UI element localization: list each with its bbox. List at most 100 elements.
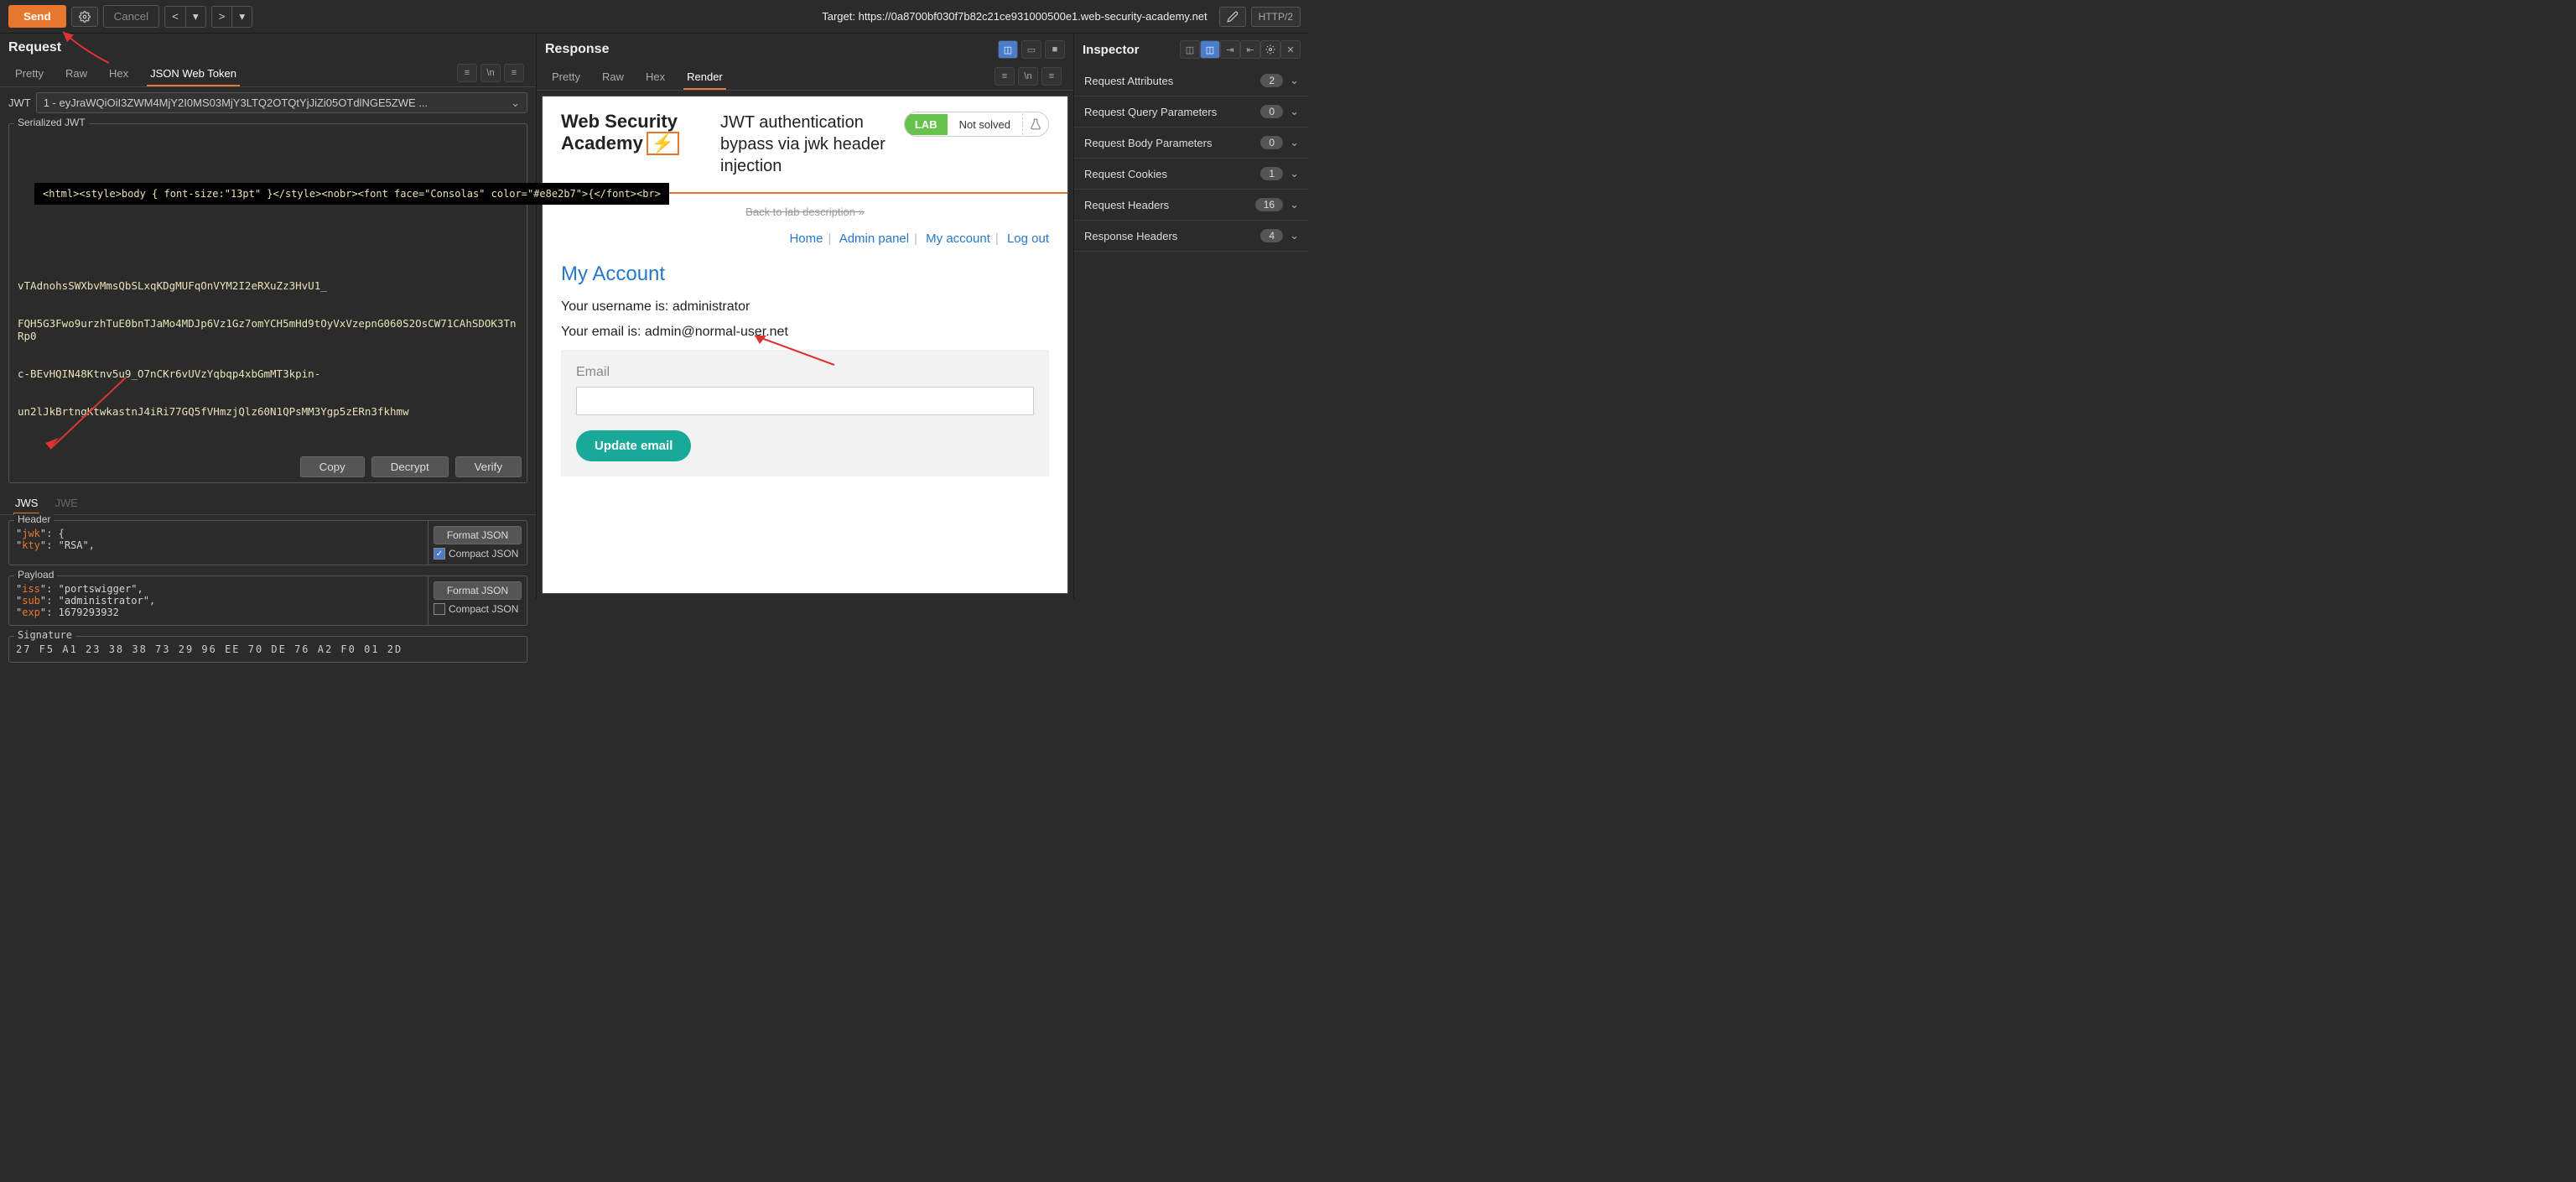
gear-icon[interactable] — [71, 7, 98, 27]
target-label: Target: https://0a8700bf030f7b82c21ce931… — [822, 10, 1207, 23]
email-line: Your email is: admin@normal-user.net — [561, 325, 1049, 340]
inspector-row-label: Response Headers — [1084, 230, 1260, 242]
signature-fieldset: Signature 27 F5 A1 23 38 38 73 29 96 EE … — [8, 636, 527, 663]
tab-hex[interactable]: Hex — [106, 62, 132, 86]
inspector-row-5[interactable]: Response Headers4 ⌄ — [1074, 221, 1309, 252]
inspector-row-4[interactable]: Request Headers16⌄ — [1074, 190, 1309, 221]
insp-gear-icon[interactable] — [1260, 40, 1280, 59]
email-label: Email — [576, 365, 1034, 380]
insp-layout1-icon[interactable]: ◫ — [1180, 40, 1200, 59]
resp-wrap-icon[interactable]: ≡ — [995, 67, 1015, 86]
compact-json-label-2: Compact JSON — [449, 603, 518, 615]
inspector-row-2[interactable]: Request Body Parameters0⌄ — [1074, 128, 1309, 159]
inspector-row-count: 1 — [1260, 167, 1283, 180]
history-back-button[interactable]: < — [164, 6, 185, 28]
header-compact-checkbox[interactable]: ✓ — [434, 548, 445, 560]
jwt-label: JWT — [8, 96, 31, 109]
html-tooltip: <html><style>body { font-size:"13pt" }</… — [34, 183, 669, 205]
response-title: Response — [545, 42, 998, 57]
render-pane: Web Security Academy⚡ JWT authentication… — [542, 96, 1068, 594]
history-forward-button[interactable]: > — [211, 6, 232, 28]
header-fieldset: Header "jwk": { "kty": "RSA", Format JSO… — [8, 520, 527, 565]
menu-icon[interactable]: ≡ — [504, 64, 524, 82]
payload-code[interactable]: "iss": "portswigger", "sub": "administra… — [9, 576, 428, 625]
nav-logout[interactable]: Log out — [1007, 232, 1049, 246]
header-code[interactable]: "jwk": { "kty": "RSA", — [9, 521, 428, 565]
update-email-button[interactable]: Update email — [576, 430, 691, 461]
nav-account[interactable]: My account — [926, 232, 990, 246]
http-version-badge[interactable]: HTTP/2 — [1251, 7, 1301, 27]
edit-target-icon[interactable] — [1219, 7, 1246, 27]
inspector-row-label: Request Cookies — [1084, 168, 1260, 180]
verify-button[interactable]: Verify — [455, 456, 522, 477]
inspector-row-label: Request Attributes — [1084, 75, 1260, 87]
nav-home[interactable]: Home — [789, 232, 823, 246]
payload-format-json[interactable]: Format JSON — [434, 581, 522, 600]
jwt-select[interactable]: 1 - eyJraWQiOiI3ZWM4MjY2I0MS03MjY3LTQ2OT… — [36, 92, 527, 113]
layout-single-icon[interactable]: ■ — [1045, 40, 1065, 59]
inspector-row-count: 0 — [1260, 105, 1283, 118]
layout-stack-icon[interactable]: ▭ — [1021, 40, 1041, 59]
inspector-row-label: Request Headers — [1084, 199, 1255, 211]
chevron-down-icon: ⌄ — [1290, 74, 1299, 87]
header-format-json[interactable]: Format JSON — [434, 526, 522, 544]
history-nav-fwd: > ▾ — [211, 6, 253, 28]
newline-icon[interactable]: \n — [480, 64, 501, 82]
flask-icon — [1022, 113, 1048, 135]
send-button[interactable]: Send — [8, 5, 66, 28]
resp-tab-raw[interactable]: Raw — [599, 65, 627, 90]
inspector-row-count: 4 — [1260, 229, 1283, 242]
insp-collapse-icon[interactable]: ⇥ — [1220, 40, 1240, 59]
lab-title: JWT authentication bypass via jwk header… — [720, 112, 887, 177]
serialized-textarea[interactable]: <html><style>body { font-size:"13pt" }</… — [9, 124, 527, 451]
chevron-down-icon: ⌄ — [1290, 136, 1299, 149]
signature-legend: Signature — [14, 629, 75, 641]
lab-badge: LAB — [905, 114, 948, 135]
nav-admin[interactable]: Admin panel — [839, 232, 909, 246]
lab-status: LAB Not solved — [904, 112, 1049, 137]
signature-hex[interactable]: 27 F5 A1 23 38 38 73 29 96 EE 70 DE 76 A… — [16, 643, 520, 655]
insp-expand-icon[interactable]: ⇤ — [1240, 40, 1260, 59]
decrypt-button[interactable]: Decrypt — [371, 456, 449, 477]
username-line: Your username is: administrator — [561, 299, 1049, 315]
chevron-down-icon: ⌄ — [1290, 167, 1299, 180]
inspector-row-1[interactable]: Request Query Parameters0 ⌄ — [1074, 96, 1309, 128]
wrap-icon[interactable]: ≡ — [457, 64, 477, 82]
tab-raw[interactable]: Raw — [62, 62, 91, 86]
chevron-down-icon: ⌄ — [1290, 229, 1299, 242]
inspector-row-count: 16 — [1255, 198, 1283, 211]
inspector-row-label: Request Query Parameters — [1084, 106, 1260, 118]
resp-tab-hex[interactable]: Hex — [642, 65, 668, 90]
request-panel: Request Pretty Raw Hex JSON Web Token ≡ … — [0, 34, 537, 599]
account-title: My Account — [561, 263, 1049, 286]
history-back-dropdown[interactable]: ▾ — [185, 6, 206, 28]
history-forward-dropdown[interactable]: ▾ — [231, 6, 252, 28]
inspector-row-count: 0 — [1260, 136, 1283, 149]
inspector-row-0[interactable]: Request Attributes2 ⌄ — [1074, 65, 1309, 96]
resp-menu-icon[interactable]: ≡ — [1041, 67, 1062, 86]
inspector-row-3[interactable]: Request Cookies1 ⌄ — [1074, 159, 1309, 190]
insp-close-icon[interactable]: ✕ — [1280, 40, 1301, 59]
tab-pretty[interactable]: Pretty — [12, 62, 47, 86]
nav-links: Home| Admin panel| My account| Log out — [543, 223, 1067, 254]
bolt-icon: ⚡ — [647, 132, 679, 155]
response-tabs: Pretty Raw Hex Render ≡ \n ≡ — [537, 62, 1073, 91]
resp-newline-icon[interactable]: \n — [1018, 67, 1038, 86]
chevron-down-icon: ⌄ — [1290, 105, 1299, 118]
inspector-row-count: 2 — [1260, 74, 1283, 87]
history-nav: < ▾ — [164, 6, 206, 28]
resp-tab-pretty[interactable]: Pretty — [548, 65, 584, 90]
copy-button[interactable]: Copy — [300, 456, 365, 477]
tab-jwt[interactable]: JSON Web Token — [147, 62, 240, 86]
layout-split-icon[interactable]: ◫ — [998, 40, 1018, 59]
resp-tab-render[interactable]: Render — [683, 65, 726, 90]
subtab-jwe[interactable]: JWE — [53, 493, 79, 514]
subtab-jws[interactable]: JWS — [13, 493, 39, 514]
lab-state: Not solved — [948, 114, 1022, 135]
cancel-button[interactable]: Cancel — [103, 5, 160, 28]
payload-fieldset: Payload "iss": "portswigger", "sub": "ad… — [8, 575, 527, 626]
insp-layout2-icon[interactable]: ◫ — [1200, 40, 1220, 59]
jwt-subtabs: JWS JWE — [0, 488, 536, 515]
email-input[interactable] — [576, 387, 1034, 415]
payload-compact-checkbox[interactable] — [434, 603, 445, 615]
